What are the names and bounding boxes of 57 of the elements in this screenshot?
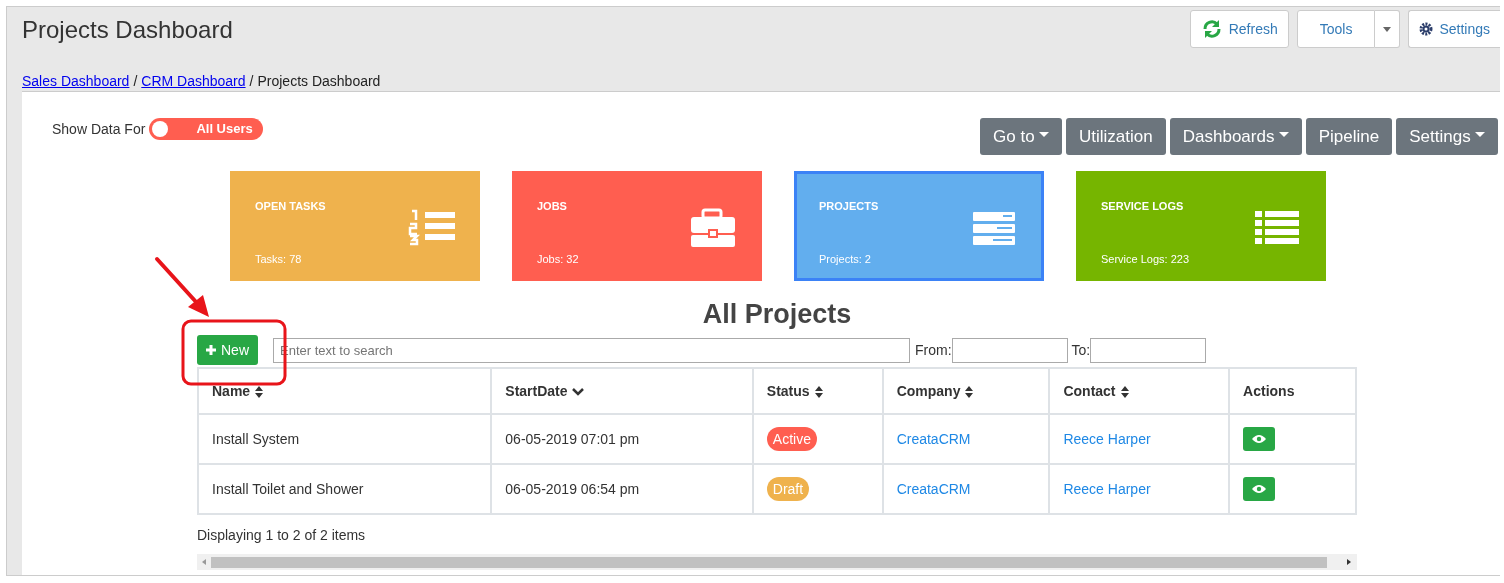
breadcrumb-link[interactable]: CRM Dashboard xyxy=(141,73,246,89)
column-header[interactable]: StartDate xyxy=(491,368,753,414)
summary-tile[interactable]: JOBS Jobs: 32 xyxy=(512,171,762,281)
new-button[interactable]: New xyxy=(197,335,258,365)
breadcrumb-separator: / xyxy=(133,73,138,89)
briefcase-icon xyxy=(689,208,737,248)
column-header: Actions xyxy=(1229,368,1356,414)
dropdown-button[interactable]: Dashboards xyxy=(1169,118,1302,155)
filter-label: Show Data For xyxy=(52,119,146,139)
caret-icon xyxy=(1383,26,1392,32)
page-title: Projects Dashboard xyxy=(22,15,233,45)
eye-icon xyxy=(1252,434,1267,444)
settings-button[interactable]: Settings xyxy=(1408,10,1500,48)
scroll-right-icon[interactable] xyxy=(1347,559,1351,565)
horizontal-scrollbar[interactable] xyxy=(197,554,1357,570)
breadcrumb-link[interactable]: Sales Dashboard xyxy=(22,73,130,89)
dropdown-toggle-button[interactable] xyxy=(1375,10,1401,48)
to-date-field[interactable] xyxy=(1090,337,1207,363)
view-button[interactable] xyxy=(1243,477,1276,501)
summary-tile[interactable]: SERVICE LOGS Service Logs: 223 xyxy=(1076,171,1326,281)
nav-button[interactable]: Utilization xyxy=(1066,118,1166,155)
breadcrumb-separator: / xyxy=(249,73,254,89)
settings-icon xyxy=(1419,22,1434,36)
pagination-info: Displaying 1 to 2 of 2 items xyxy=(197,526,366,545)
section-title: All Projects xyxy=(701,299,853,329)
dropdown-button[interactable]: Go to xyxy=(980,118,1063,155)
plus-icon xyxy=(206,345,216,355)
view-button[interactable] xyxy=(1243,427,1276,451)
status-badge: Active xyxy=(766,426,817,451)
summary-tile[interactable]: PROJECTS Projects: 2 xyxy=(794,171,1044,281)
status-badge: Draft xyxy=(766,476,810,501)
from-date-field[interactable] xyxy=(951,337,1068,363)
table-cell: 06-05-2019 06:54 pm xyxy=(491,464,753,514)
scrollbar-thumb[interactable] xyxy=(211,556,1327,568)
contact-link[interactable]: Reece Harper xyxy=(1063,480,1151,497)
annotation-arrow xyxy=(155,257,209,317)
from-label: From: xyxy=(915,340,952,360)
table-cell: 06-05-2019 07:01 pm xyxy=(491,414,753,464)
company-link[interactable]: CreataCRM xyxy=(896,430,971,447)
dropdown-button[interactable]: Settings xyxy=(1396,118,1498,155)
column-header[interactable]: Company xyxy=(882,368,1050,414)
user-filter-toggle[interactable]: All Users xyxy=(149,118,263,140)
to-label: To: xyxy=(1071,340,1091,360)
tools-button[interactable]: Tools xyxy=(1296,10,1376,48)
breadcrumb-current: Projects Dashboard xyxy=(257,73,381,89)
table-cell: Install System xyxy=(198,414,492,464)
contact-link[interactable]: Reece Harper xyxy=(1063,430,1151,447)
numbered-list-icon xyxy=(407,208,455,248)
scroll-left-icon[interactable] xyxy=(202,559,206,565)
table-cell: Install Toilet and Shower xyxy=(198,464,492,514)
company-link[interactable]: CreataCRM xyxy=(896,480,971,497)
column-header[interactable]: Contact xyxy=(1049,368,1230,414)
nav-button[interactable]: Pipeline xyxy=(1305,118,1393,155)
column-header[interactable]: Status xyxy=(752,368,883,414)
column-header[interactable]: Name xyxy=(198,368,492,414)
eye-icon xyxy=(1252,484,1267,494)
refresh-button[interactable]: Refresh xyxy=(1189,10,1289,48)
